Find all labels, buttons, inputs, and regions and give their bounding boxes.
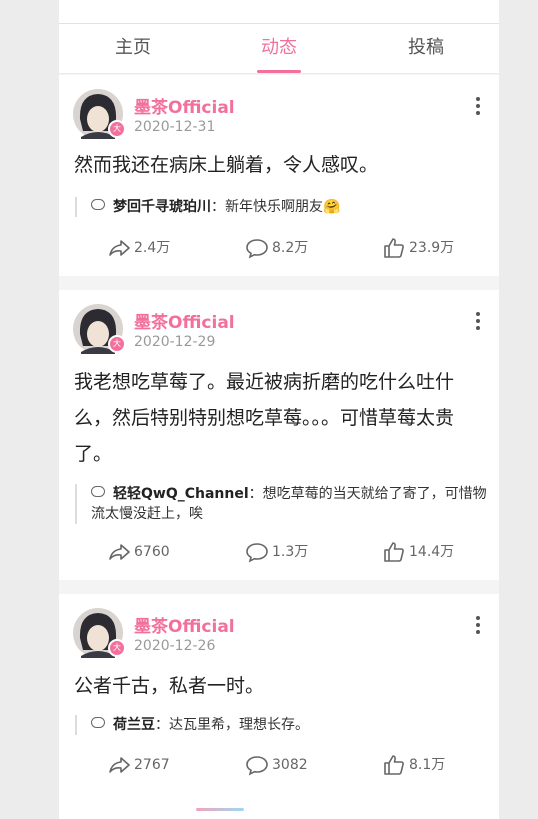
comment-button[interactable]: 1.3万: [245, 540, 325, 564]
share-count: 6760: [134, 544, 170, 560]
comment-count: 8.2万: [272, 240, 309, 256]
avatar-badge: 大: [108, 335, 126, 353]
tab-bar: 主页 动态 投稿: [59, 24, 499, 74]
post-date: 2020-12-26: [134, 638, 216, 654]
share-button[interactable]: 2767: [107, 753, 187, 777]
like-count: 8.1万: [409, 757, 446, 773]
avatar[interactable]: 大: [73, 304, 126, 354]
comment-author[interactable]: 梦回千寻琥珀川: [113, 199, 211, 215]
comment-button[interactable]: 3082: [245, 753, 325, 777]
post-card: 大 墨茶Official 2020-12-29 我老想吃草莓了。最近被病折磨的吃…: [59, 290, 499, 580]
avatar-badge: 大: [108, 120, 126, 138]
share-count: 2.4万: [134, 240, 171, 256]
featured-comment[interactable]: 荷兰豆：达瓦里希，理想长存。: [75, 715, 487, 735]
comment-bubble-icon: [91, 717, 105, 728]
featured-comment[interactable]: 轻轻QwQ_Channel：想吃草莓的当天就给了寄了，可惜物流太慢没赶上，唉: [75, 484, 487, 524]
share-button[interactable]: 6760: [107, 540, 187, 564]
profile-column: 主页 动态 投稿 大 墨茶Official 2020-12-31 然而我还在病床…: [59, 0, 499, 819]
scroll-indicator: [196, 808, 244, 811]
comment-author[interactable]: 轻轻QwQ_Channel: [113, 486, 249, 502]
like-button[interactable]: 8.1万: [382, 753, 472, 777]
like-icon: [384, 238, 404, 258]
tab-dynamics[interactable]: 动态: [229, 24, 329, 73]
like-button[interactable]: 14.4万: [382, 540, 472, 564]
post-actions: 2.4万 8.2万 23.9万: [59, 236, 499, 260]
author-name[interactable]: 墨茶Official: [134, 612, 235, 637]
avatar[interactable]: 大: [73, 89, 126, 139]
comment-bubble-icon: [91, 486, 105, 497]
share-count: 2767: [134, 757, 170, 773]
author-name[interactable]: 墨茶Official: [134, 93, 235, 118]
share-icon: [109, 544, 130, 560]
tab-dynamics-label: 动态: [261, 37, 297, 58]
post-card: 大 墨茶Official 2020-12-26 公者千古，私者一时。 荷兰豆：达…: [59, 594, 499, 819]
featured-comment[interactable]: 梦回千寻琥珀川：新年快乐啊朋友🤗: [75, 197, 487, 217]
tab-posts[interactable]: 投稿: [376, 24, 476, 73]
comment-icon: [246, 239, 268, 259]
more-icon[interactable]: [475, 312, 481, 332]
like-button[interactable]: 23.9万: [382, 236, 472, 260]
post-date: 2020-12-29: [134, 334, 216, 350]
post-content[interactable]: 公者千古，私者一时。: [74, 668, 484, 704]
tab-home[interactable]: 主页: [83, 24, 183, 73]
like-icon: [384, 542, 404, 562]
like-icon: [384, 755, 404, 775]
like-count: 23.9万: [409, 240, 455, 256]
like-count: 14.4万: [409, 544, 455, 560]
comment-text: 达瓦里希，理想长存。: [169, 717, 309, 733]
share-icon: [109, 240, 130, 256]
post-card: 大 墨茶Official 2020-12-31 然而我还在病床上躺着，令人感叹。…: [59, 75, 499, 276]
comment-author[interactable]: 荷兰豆: [113, 717, 155, 733]
comment-icon: [246, 756, 268, 776]
comment-count: 3082: [272, 757, 308, 773]
header-bar: [59, 0, 499, 24]
share-button[interactable]: 2.4万: [107, 236, 187, 260]
comment-text: 新年快乐啊朋友🤗: [225, 199, 341, 215]
comment-button[interactable]: 8.2万: [245, 236, 325, 260]
post-content[interactable]: 然而我还在病床上躺着，令人感叹。: [74, 147, 484, 183]
post-actions: 6760 1.3万 14.4万: [59, 540, 499, 564]
active-tab-indicator: [257, 70, 301, 73]
comment-icon: [246, 543, 268, 563]
comment-count: 1.3万: [272, 544, 309, 560]
author-name[interactable]: 墨茶Official: [134, 308, 235, 333]
share-icon: [109, 757, 130, 773]
comment-bubble-icon: [91, 199, 105, 210]
post-date: 2020-12-31: [134, 119, 216, 135]
avatar[interactable]: 大: [73, 608, 126, 658]
post-content[interactable]: 我老想吃草莓了。最近被病折磨的吃什么吐什么，然后特别特别想吃草莓。。。可惜草莓太…: [74, 364, 484, 472]
post-actions: 2767 3082 8.1万: [59, 753, 499, 777]
more-icon[interactable]: [475, 97, 481, 117]
avatar-badge: 大: [108, 639, 126, 657]
more-icon[interactable]: [475, 616, 481, 636]
